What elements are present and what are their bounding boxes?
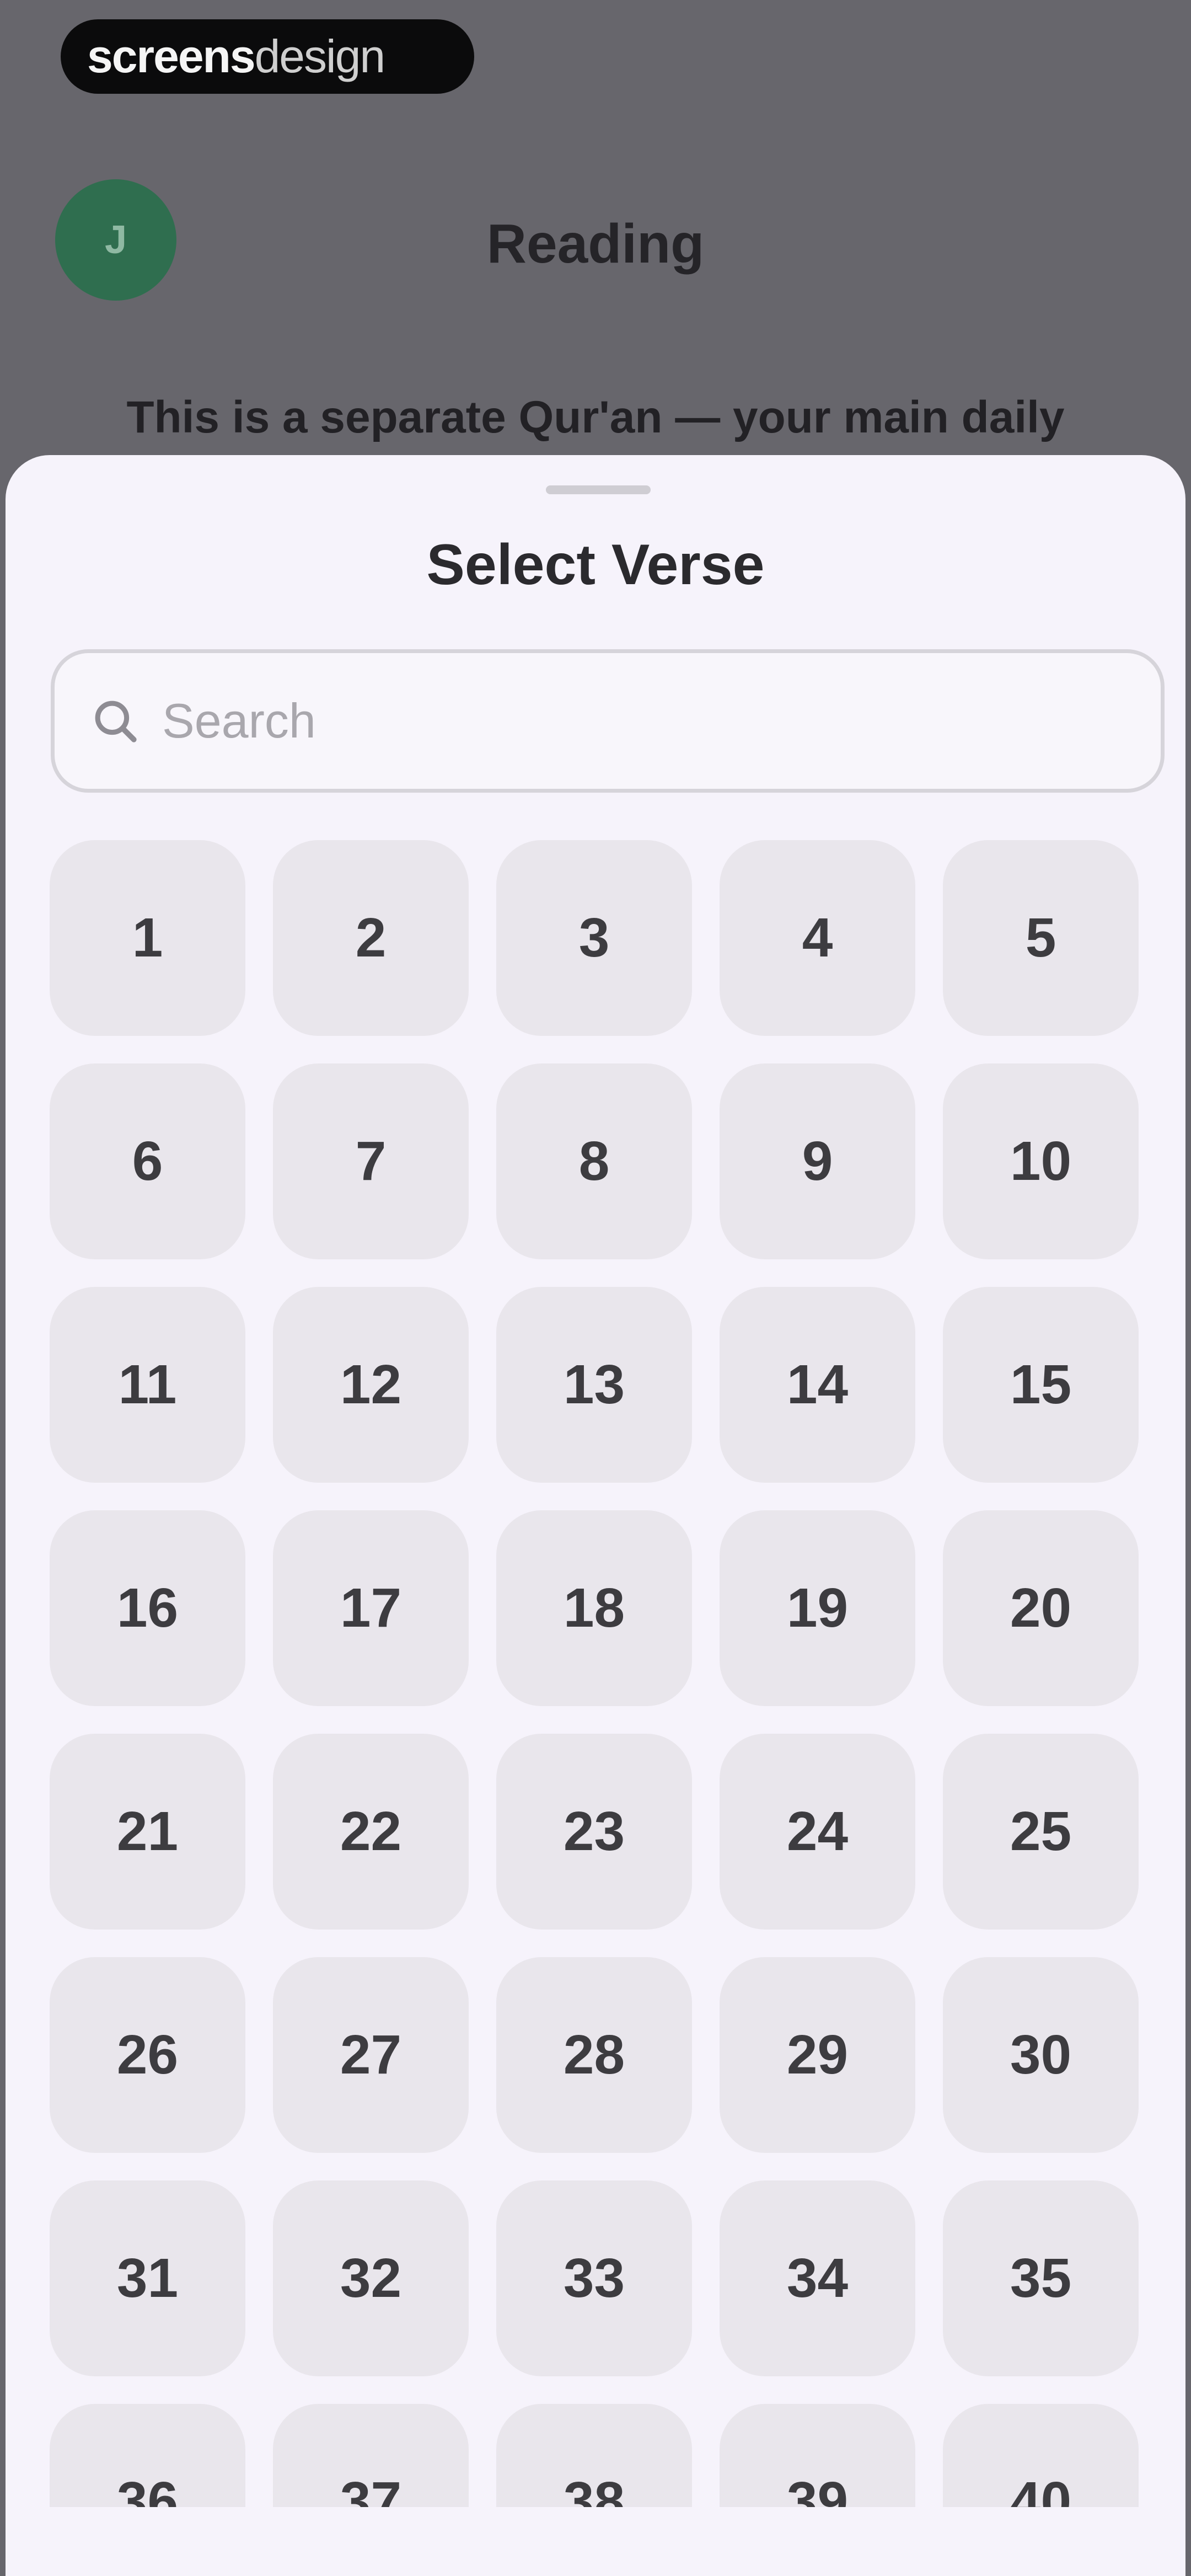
verse-button-7[interactable]: 7: [273, 1063, 469, 1259]
verse-button-32[interactable]: 32: [273, 2180, 469, 2376]
verse-button-20[interactable]: 20: [943, 1510, 1139, 1706]
verse-button-18[interactable]: 18: [496, 1510, 692, 1706]
verse-button-26[interactable]: 26: [50, 1957, 245, 2153]
verse-button-28[interactable]: 28: [496, 1957, 692, 2153]
verse-button-13[interactable]: 13: [496, 1287, 692, 1483]
brand-light-text: design: [254, 30, 386, 82]
search-input[interactable]: [162, 666, 1099, 776]
verse-button-33[interactable]: 33: [496, 2180, 692, 2376]
verse-button-34[interactable]: 34: [720, 2180, 915, 2376]
verse-button-1[interactable]: 1: [50, 840, 245, 1036]
verse-button-16[interactable]: 16: [50, 1510, 245, 1706]
brand-badge: screens design: [61, 19, 474, 94]
verse-button-22[interactable]: 22: [273, 1734, 469, 1930]
verse-button-17[interactable]: 17: [273, 1510, 469, 1706]
verse-button-25[interactable]: 25: [943, 1734, 1139, 1930]
verse-button-5[interactable]: 5: [943, 840, 1139, 1036]
verse-button-27[interactable]: 27: [273, 1957, 469, 2153]
verse-button-12[interactable]: 12: [273, 1287, 469, 1483]
verse-button-4[interactable]: 4: [720, 840, 915, 1036]
verse-grid: 1 2 3 4 5 6 7 8 9 10 11 12 13 14 15 16 17 18 19 20 21 22 23 24 2…: [50, 840, 1152, 2576]
verse-button-24[interactable]: 24: [720, 1734, 915, 1930]
search-field[interactable]: [51, 649, 1165, 793]
verse-button-30[interactable]: 30: [943, 1957, 1139, 2153]
verse-button-11[interactable]: 11: [50, 1287, 245, 1483]
verse-button-23[interactable]: 23: [496, 1734, 692, 1930]
sheet-title: Select Verse: [426, 533, 765, 597]
verse-button-10[interactable]: 10: [943, 1063, 1139, 1259]
verse-button-31[interactable]: 31: [50, 2180, 245, 2376]
verse-button-6[interactable]: 6: [50, 1063, 245, 1259]
verse-button-19[interactable]: 19: [720, 1510, 915, 1706]
verse-button-35[interactable]: 35: [943, 2180, 1139, 2376]
verse-button-21[interactable]: 21: [50, 1734, 245, 1930]
verse-button-9[interactable]: 9: [720, 1063, 915, 1259]
verse-button-8[interactable]: 8: [496, 1063, 692, 1259]
verse-button-3[interactable]: 3: [496, 840, 692, 1036]
verse-button-29[interactable]: 29: [720, 1957, 915, 2153]
verse-button-2[interactable]: 2: [273, 840, 469, 1036]
sheet-bottom-mask: [6, 2507, 1185, 2576]
sheet-grabber[interactable]: [546, 485, 651, 494]
page-subtitle: This is a separate Qur'an — your main da…: [126, 392, 1065, 442]
verse-button-14[interactable]: 14: [720, 1287, 915, 1483]
page-title: Reading: [486, 213, 705, 275]
select-verse-sheet: Select Verse 123456789101112131415161718…: [6, 455, 1185, 2576]
brand-bold-text: screens: [87, 30, 256, 82]
search-icon: [85, 691, 146, 751]
verse-button-15[interactable]: 15: [943, 1287, 1139, 1483]
